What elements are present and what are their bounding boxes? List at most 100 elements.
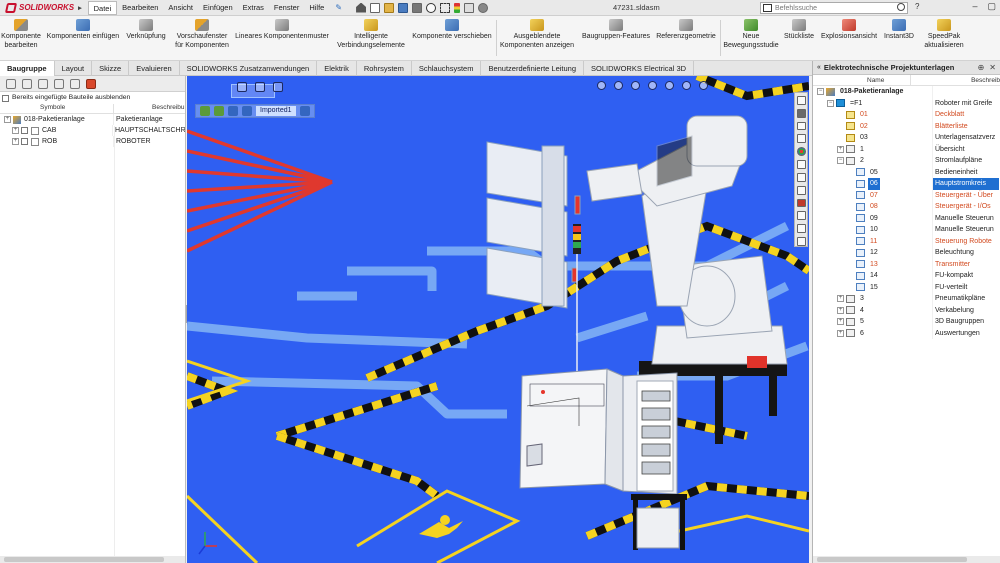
open-folder-icon[interactable] — [384, 2, 395, 13]
tab-evaluieren[interactable]: Evaluieren — [129, 61, 180, 76]
tree-row[interactable]: 06 Hauptstromkreis — [813, 178, 1000, 190]
tab-benutzerdefinierte-leitung[interactable]: Benutzerdefinierte Leitung — [481, 61, 585, 76]
menu-einfuegen[interactable]: Einfügen — [198, 1, 238, 15]
imported-part-icon[interactable] — [242, 106, 252, 116]
apply-scene-icon[interactable] — [682, 81, 691, 90]
zoom-fit-icon[interactable] — [237, 82, 247, 92]
scroll-thumb[interactable] — [817, 557, 967, 562]
rebuild-traffic-light-icon[interactable] — [454, 2, 461, 13]
tab-elektrik[interactable]: Elektrik — [317, 61, 357, 76]
search-scope-icon[interactable] — [763, 4, 772, 12]
electrical-icon[interactable] — [86, 78, 96, 89]
tree-row[interactable]: +3 Pneumatikpläne — [813, 293, 1000, 305]
custom-properties-icon[interactable] — [796, 160, 806, 169]
exploded-view-button[interactable]: Explosionsansicht — [818, 19, 880, 41]
tab-zusatzanwendungen[interactable]: SOLIDWORKS Zusatzanwendungen — [180, 61, 318, 76]
expand-toggle-icon[interactable]: − — [817, 88, 824, 96]
table-row[interactable]: +018-Paketieranlage Paketieranlage — [0, 114, 185, 125]
smart-fasteners-button[interactable]: Intelligente Verbindungselemente — [334, 19, 408, 50]
tree-row[interactable]: 03 Unterlagensatzverz — [813, 132, 1000, 144]
motion-study-button[interactable]: Neue Bewegungsstudie — [722, 19, 780, 50]
edit-component-button[interactable]: Komponente bearbeiten — [1, 19, 41, 50]
section-view-icon[interactable] — [597, 81, 606, 90]
design-library-icon[interactable] — [796, 108, 806, 118]
help-icon[interactable]: ? — [915, 2, 919, 11]
tab-electrical-3d[interactable]: SOLIDWORKS Electrical 3D — [584, 61, 695, 76]
select-icon[interactable] — [440, 2, 451, 13]
configuration-icon[interactable] — [38, 78, 48, 89]
menu-bearbeiten[interactable]: Bearbeiten — [117, 1, 163, 15]
tree-row[interactable]: − =F1 Roboter mit Greife — [813, 97, 1000, 109]
tree-row[interactable]: 08 Steuergerät - I/Os — [813, 201, 1000, 213]
expand-icon[interactable]: + — [12, 127, 19, 134]
tab-skizze[interactable]: Skizze — [92, 61, 130, 76]
close-icon[interactable]: ✕ — [989, 61, 996, 75]
pin-menu-icon[interactable]: ✎ — [335, 3, 342, 12]
table-row[interactable]: + ROB ROBOTER — [0, 136, 185, 147]
insert-components-button[interactable]: Komponenten einfügen — [44, 19, 122, 41]
hide-inserted-option[interactable]: Bereits eingefügte Bauteile ausblenden — [0, 92, 185, 104]
tab-schlauchsystem[interactable]: Schlauchsystem — [412, 61, 482, 76]
solidworks-forum-icon[interactable] — [796, 172, 806, 182]
print-icon[interactable] — [412, 2, 423, 13]
mate-button[interactable]: Verknüpfung — [124, 19, 168, 41]
new-file-icon[interactable] — [370, 2, 381, 13]
col-name-header[interactable]: Name — [813, 75, 912, 85]
table-row[interactable]: + CAB HAUPTSCHALTSCHR — [0, 125, 185, 136]
command-search-input[interactable]: Befehlssuche — [760, 2, 908, 14]
display-style-icon[interactable] — [631, 81, 640, 90]
row-checkbox[interactable] — [21, 127, 28, 134]
breadcrumb-end-icon[interactable] — [299, 106, 310, 116]
expand-icon[interactable]: + — [4, 116, 11, 123]
tree-row[interactable]: 09 Manuelle Steuerun — [813, 212, 1000, 224]
tree-row[interactable]: +5 3D Baugruppen — [813, 316, 1000, 328]
linear-pattern-button[interactable]: Lineares Komponentenmuster — [234, 19, 330, 41]
menu-extras[interactable]: Extras — [238, 1, 269, 15]
display-manager-icon[interactable] — [70, 78, 80, 89]
file-explorer-icon[interactable] — [796, 121, 806, 131]
home-icon[interactable] — [356, 2, 367, 13]
tree-row[interactable]: 14 FU-kompakt — [813, 270, 1000, 282]
search-icon[interactable] — [897, 3, 905, 11]
save-icon[interactable] — [398, 2, 409, 13]
hide-inserted-checkbox[interactable] — [2, 94, 9, 102]
assembly-features-button[interactable]: Baugruppen-Features — [580, 19, 652, 41]
tree-row[interactable]: 13 Transmitter — [813, 258, 1000, 270]
maximize-icon[interactable]: ▢ — [987, 1, 996, 12]
view-settings-icon[interactable] — [699, 81, 708, 90]
tree-row[interactable]: +1 Übersicht — [813, 143, 1000, 155]
tree-row[interactable]: 01 Deckblatt — [813, 109, 1000, 121]
feature-tree-icon[interactable] — [6, 78, 16, 89]
show-hidden-button[interactable]: Ausgeblendete Komponenten anzeigen — [498, 19, 576, 50]
tree-row[interactable]: +6 Auswertungen — [813, 327, 1000, 339]
tree-row[interactable]: 15 FU-verteilt — [813, 281, 1000, 293]
tree-row[interactable]: − 018-Paketieranlage — [813, 86, 1000, 98]
electrical-manager-icon[interactable] — [796, 185, 806, 195]
scroll-thumb[interactable] — [4, 557, 164, 562]
menu-datei[interactable]: Datei — [87, 0, 118, 15]
part-icon[interactable] — [228, 106, 238, 116]
tree-row[interactable]: 07 Steuergerät - Über — [813, 189, 1000, 201]
tree-row[interactable]: 02 Blätterliste — [813, 120, 1000, 132]
rebuild-icon[interactable] — [464, 2, 475, 13]
right-horizontal-scrollbar[interactable] — [813, 556, 1000, 563]
tree-row[interactable]: 11 Steuerung Robote — [813, 235, 1000, 247]
tab-rohrsystem[interactable]: Rohrsystem — [357, 61, 412, 76]
graphics-area[interactable]: Imported1 — [187, 76, 809, 563]
assembly-icon[interactable] — [200, 106, 210, 116]
resources-icon[interactable] — [796, 96, 806, 105]
bom-button[interactable]: Stückliste — [782, 19, 816, 41]
expand-toggle-icon[interactable]: + — [837, 306, 844, 314]
tree-row[interactable]: 12 Beleuchtung — [813, 247, 1000, 259]
col-symbol-header[interactable]: Symbole — [0, 104, 114, 113]
edit-appearance-icon[interactable] — [665, 81, 674, 90]
expand-toggle-icon[interactable]: − — [837, 157, 844, 165]
subassembly-icon[interactable] — [214, 106, 224, 116]
expand-toggle-icon[interactable]: + — [837, 145, 844, 153]
col-description-header[interactable]: Beschreibu — [114, 104, 185, 113]
menu-hilfe[interactable]: Hilfe — [304, 1, 329, 15]
menu-ansicht[interactable]: Ansicht — [163, 1, 198, 15]
tree-row[interactable]: 10 Manuelle Steuerun — [813, 224, 1000, 236]
view-palette-icon[interactable] — [796, 134, 806, 144]
move-component-button[interactable]: Komponente verschieben — [410, 19, 494, 41]
